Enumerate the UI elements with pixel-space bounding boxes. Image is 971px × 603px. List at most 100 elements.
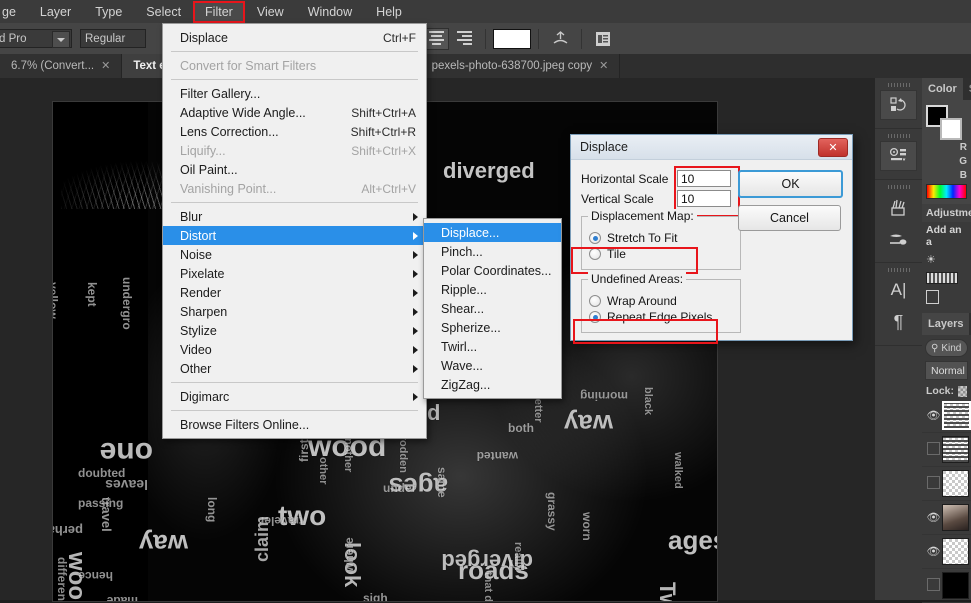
menu-window[interactable]: Window bbox=[297, 2, 363, 22]
filter-menu-item[interactable]: Oil Paint... bbox=[163, 160, 426, 179]
character-icon[interactable]: A| bbox=[880, 275, 917, 305]
paragraph-icon[interactable]: ¶ bbox=[880, 307, 917, 337]
menu-view[interactable]: View bbox=[246, 2, 295, 22]
distort-submenu[interactable]: Displace... Pinch... Polar Coordinates... R… bbox=[423, 218, 562, 399]
filter-menu-item[interactable]: Video bbox=[163, 340, 426, 359]
character-panel-icon[interactable] bbox=[590, 28, 616, 50]
distort-menu-item[interactable]: Shear... bbox=[424, 299, 561, 318]
eye-hidden-icon[interactable] bbox=[925, 577, 942, 594]
eye-hidden-icon[interactable] bbox=[925, 475, 942, 492]
layer-thumbnail[interactable] bbox=[942, 401, 971, 430]
horizontal-scale-input[interactable]: 10 bbox=[677, 170, 731, 187]
document-tab[interactable]: 6.7% (Convert... ✕ bbox=[0, 54, 123, 78]
filter-menu-item[interactable]: Digimarc bbox=[163, 387, 426, 406]
font-style-dropdown[interactable]: Regular bbox=[80, 29, 146, 48]
filter-menu-item[interactable]: Distort bbox=[163, 226, 426, 245]
wordcloud-word: perhaps bbox=[53, 523, 83, 538]
background-color-swatch[interactable] bbox=[940, 118, 962, 140]
filter-menu-item[interactable]: Browse Filters Online... bbox=[163, 415, 426, 434]
document-tab[interactable]: pexels-photo-638700.jpeg copy ✕ bbox=[420, 54, 621, 78]
distort-menu-item[interactable]: Wave... bbox=[424, 356, 561, 375]
filter-menu-item[interactable]: Adaptive Wide Angle... Shift+Ctrl+A bbox=[163, 103, 426, 122]
layer-row[interactable]: 👁 bbox=[922, 399, 971, 433]
chevron-down-icon[interactable] bbox=[52, 31, 70, 48]
filter-dropdown-menu[interactable]: Displace Ctrl+F Convert for Smart Filters F… bbox=[162, 23, 427, 439]
close-icon[interactable]: ✕ bbox=[818, 138, 848, 157]
distort-menu-item[interactable]: Polar Coordinates... bbox=[424, 261, 561, 280]
filter-menu-item[interactable]: Render bbox=[163, 283, 426, 302]
radio-wrap-around[interactable]: Wrap Around bbox=[589, 294, 733, 308]
layer-row[interactable]: 👁 bbox=[922, 501, 971, 535]
menu-help[interactable]: Help bbox=[365, 2, 413, 22]
blend-mode-dropdown[interactable]: Normal bbox=[925, 361, 968, 380]
distort-menu-item[interactable]: Displace... bbox=[424, 223, 561, 242]
menu-image[interactable]: ge bbox=[0, 2, 27, 22]
submenu-arrow-icon bbox=[413, 212, 418, 221]
layer-filter-search[interactable]: ⚲ Kind bbox=[925, 339, 968, 357]
vertical-scale-input[interactable]: 10 bbox=[677, 190, 731, 207]
distort-menu-item[interactable]: Ripple... bbox=[424, 280, 561, 299]
layer-thumbnail[interactable] bbox=[942, 504, 969, 531]
filter-menu-item[interactable]: Blur bbox=[163, 207, 426, 226]
menu-filter[interactable]: Filter bbox=[193, 0, 245, 23]
filter-menu-item[interactable]: Other bbox=[163, 359, 426, 378]
tab-layers[interactable]: Layers bbox=[922, 313, 970, 335]
align-right-icon[interactable] bbox=[451, 28, 477, 50]
history-icon[interactable] bbox=[880, 90, 917, 120]
distort-menu-item[interactable]: Spherize... bbox=[424, 318, 561, 337]
tab-color[interactable]: Color bbox=[922, 78, 963, 100]
grip-icon[interactable] bbox=[887, 185, 910, 189]
filter-menu-item[interactable]: Sharpen bbox=[163, 302, 426, 321]
brightness-icon[interactable]: ☀ bbox=[926, 253, 936, 266]
filter-menu-item[interactable]: Lens Correction... Shift+Ctrl+R bbox=[163, 122, 426, 141]
layer-thumbnail[interactable] bbox=[942, 572, 969, 599]
layer-thumbnail[interactable] bbox=[942, 436, 969, 463]
grip-icon[interactable] bbox=[887, 83, 910, 87]
curves-icon[interactable] bbox=[926, 290, 939, 304]
ok-button[interactable]: OK bbox=[738, 170, 843, 198]
layer-thumbnail[interactable] bbox=[942, 470, 969, 497]
eye-visible-icon[interactable]: 👁 bbox=[925, 545, 942, 558]
layer-thumbnail[interactable] bbox=[942, 538, 969, 565]
color-swatches[interactable] bbox=[926, 105, 968, 140]
eye-visible-icon[interactable]: 👁 bbox=[925, 409, 942, 422]
close-icon[interactable]: ✕ bbox=[101, 60, 110, 72]
tab-swatches[interactable]: S bbox=[962, 78, 971, 100]
eye-visible-icon[interactable]: 👁 bbox=[925, 511, 942, 524]
layer-row[interactable] bbox=[922, 569, 971, 603]
close-icon[interactable]: ✕ bbox=[599, 60, 608, 72]
layer-row[interactable] bbox=[922, 467, 971, 501]
menu-select[interactable]: Select bbox=[135, 2, 192, 22]
menu-layer[interactable]: Layer bbox=[29, 2, 82, 22]
menu-item-shortcut: Ctrl+F bbox=[383, 30, 416, 45]
displace-dialog[interactable]: Displace ✕ Horizontal Scale 10 Vertical … bbox=[570, 134, 853, 344]
grip-icon[interactable] bbox=[887, 134, 910, 138]
tool-presets-icon[interactable] bbox=[880, 224, 917, 254]
levels-icon[interactable] bbox=[926, 272, 958, 284]
brush-presets-icon[interactable] bbox=[880, 192, 917, 222]
warp-text-icon[interactable] bbox=[547, 28, 573, 50]
radio-repeat-edge-pixels[interactable]: Repeat Edge Pixels bbox=[589, 310, 733, 324]
filter-menu-item[interactable]: Stylize bbox=[163, 321, 426, 340]
layer-row[interactable]: 👁 bbox=[922, 535, 971, 569]
lock-transparency-icon[interactable] bbox=[958, 385, 967, 397]
wordcloud-word: that day bbox=[482, 572, 494, 601]
distort-menu-item[interactable]: Twirl... bbox=[424, 337, 561, 356]
filter-menu-item[interactable]: Pixelate bbox=[163, 264, 426, 283]
layer-row[interactable] bbox=[922, 433, 971, 467]
grip-icon[interactable] bbox=[887, 268, 910, 272]
eye-hidden-icon[interactable] bbox=[925, 441, 942, 458]
distort-menu-item[interactable]: Pinch... bbox=[424, 242, 561, 261]
radio-stretch-to-fit[interactable]: Stretch To Fit bbox=[589, 231, 733, 245]
radio-tile[interactable]: Tile bbox=[589, 247, 733, 261]
distort-menu-item[interactable]: ZigZag... bbox=[424, 375, 561, 394]
filter-menu-item[interactable]: Filter Gallery... bbox=[163, 84, 426, 103]
text-color-swatch[interactable] bbox=[493, 28, 531, 49]
filter-menu-item[interactable]: Displace Ctrl+F bbox=[163, 28, 426, 47]
menu-type[interactable]: Type bbox=[84, 2, 133, 22]
filter-menu-item[interactable]: Noise bbox=[163, 245, 426, 264]
cancel-button[interactable]: Cancel bbox=[738, 205, 841, 231]
color-spectrum-ramp[interactable] bbox=[926, 184, 967, 199]
font-family-dropdown[interactable]: d Pro bbox=[0, 29, 72, 48]
properties-icon[interactable] bbox=[880, 141, 917, 171]
